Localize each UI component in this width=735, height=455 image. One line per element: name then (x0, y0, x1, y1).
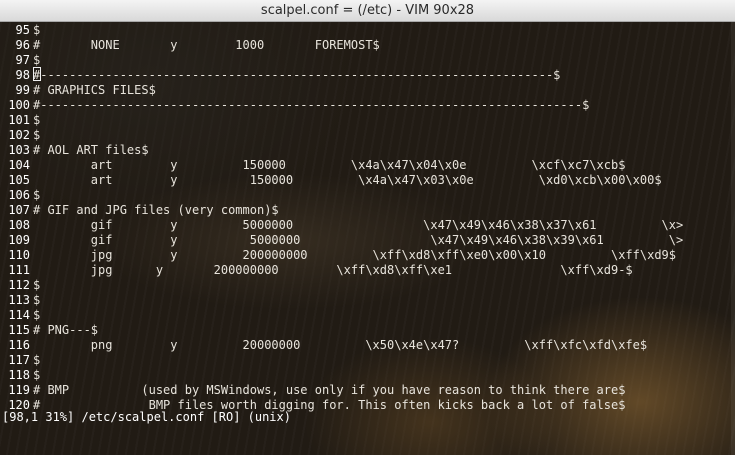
line-text: jpg y 200000000 \xff\xd8\xff\xe1 \xff\xd… (33, 263, 633, 277)
line-number: 109 (8, 233, 30, 247)
status-line: [98,1 31%] /etc/scalpel.conf [RO] (unix) (2, 410, 291, 424)
line-number: 111 (8, 263, 30, 277)
line-number: 117 (8, 353, 30, 367)
editor-line[interactable]: 117 $ (2, 353, 40, 368)
line-text: $ (33, 188, 41, 202)
editor-line[interactable]: 105 art y 150000 \x4a\x47\x03\x0e \xd0\x… (2, 173, 662, 188)
line-text: # NONE y 1000 FOREMOST$ (33, 38, 380, 52)
editor-line[interactable]: 112 $ (2, 278, 40, 293)
line-number: 110 (8, 248, 30, 262)
line-number: 99 (15, 83, 30, 97)
editor-line[interactable]: 103 # AOL ART files$ (2, 143, 149, 158)
line-number: 106 (8, 188, 30, 202)
line-text: # BMP (used by MSWindows, use only if yo… (33, 383, 626, 397)
editor-line[interactable]: 95 $ (2, 23, 41, 38)
line-text: gif y 5000000 \x47\x49\x46\x38\x39\x61 \… (33, 233, 684, 247)
line-text: jpg y 200000000 \xff\xd8\xff\xe0\x00\x10… (33, 248, 676, 262)
line-number: 107 (8, 203, 30, 217)
line-number: 103 (8, 143, 30, 157)
line-number: 105 (8, 173, 30, 187)
editor-line[interactable]: 109 gif y 5000000 \x47\x49\x46\x38\x39\x… (2, 233, 683, 248)
line-text: art y 150000 \x4a\x47\x04\x0e \xcf\xc7\x… (33, 158, 626, 172)
editor-line[interactable]: 111 jpg y 200000000 \xff\xd8\xff\xe1 \xf… (2, 263, 633, 278)
line-text: $ (33, 113, 41, 127)
line-text: $ (33, 23, 41, 37)
line-number: 104 (8, 158, 30, 172)
editor-line[interactable]: 114 $ (2, 308, 40, 323)
line-text: $ (33, 308, 41, 322)
line-text: $ (33, 128, 41, 142)
window-title: scalpel.conf = (/etc) - VIM 90x28 (260, 3, 475, 18)
editor-line[interactable]: 116 png y 20000000 \x50\x4e\x47? \xff\xf… (2, 338, 647, 353)
line-text: art y 150000 \x4a\x47\x03\x0e \xd0\xcb\x… (33, 173, 662, 187)
line-text: $ (33, 353, 41, 367)
line-text: png y 20000000 \x50\x4e\x47? \xff\xfc\xf… (33, 338, 648, 352)
line-text: $ (33, 293, 41, 307)
line-number: 96 (15, 38, 30, 52)
line-number: 113 (8, 293, 30, 307)
line-number: 119 (8, 383, 30, 397)
editor-line[interactable]: 101 $ (2, 113, 40, 128)
line-number: 115 (8, 323, 30, 337)
editor-line[interactable]: 113 $ (2, 293, 40, 308)
line-number: 116 (8, 338, 30, 352)
editor-line[interactable]: 108 gif y 5000000 \x47\x49\x46\x38\x37\x… (2, 218, 683, 233)
vim-editor-area[interactable]: 95 $96 # NONE y 1000 FOREMOST$ 97 $98 #------… (0, 22, 735, 455)
editor-line[interactable]: 99 # GRAPHICS FILES$ (2, 83, 156, 98)
editor-line[interactable]: 119 # BMP (used by MSWindows, use only if… (2, 383, 625, 398)
editor-line[interactable]: 98 #-------------------------------------… (2, 68, 561, 83)
line-number: 118 (8, 368, 30, 382)
line-text: # GRAPHICS FILES$ (33, 83, 156, 97)
line-number: 108 (8, 218, 30, 232)
line-text: $ (33, 53, 41, 67)
line-number: 112 (8, 278, 30, 292)
line-text: # AOL ART files$ (33, 143, 149, 157)
line-text: # GIF and JPG files (very common)$ (33, 203, 279, 217)
line-text: $ (33, 278, 41, 292)
editor-line[interactable]: 115 # PNG---$ (2, 323, 98, 338)
editor-line[interactable]: 102 $ (2, 128, 40, 143)
line-number: 97 (15, 53, 30, 67)
line-number: 100 (8, 98, 30, 112)
line-number: 102 (8, 128, 30, 142)
editor-line[interactable]: 100 #------------------------------------… (2, 98, 589, 113)
editor-line[interactable]: 96 # NONE y 1000 FOREMOST$ (2, 38, 380, 53)
line-text: $ (33, 368, 41, 382)
window-titlebar[interactable]: scalpel.conf = (/etc) - VIM 90x28 (0, 0, 735, 22)
line-text: # PNG---$ (33, 323, 99, 337)
editor-line[interactable]: 106 $ (2, 188, 40, 203)
editor-line[interactable]: 107 # GIF and JPG files (very common)$ (2, 203, 279, 218)
text-cursor (33, 67, 41, 81)
editor-line[interactable]: 97 $ (2, 53, 41, 68)
scrollbar[interactable] (731, 22, 735, 455)
editor-line[interactable]: 118 $ (2, 368, 40, 383)
line-text: #---------------------------------------… (33, 68, 561, 82)
editor-line[interactable]: 110 jpg y 200000000 \xff\xd8\xff\xe0\x00… (2, 248, 676, 263)
line-number: 101 (8, 113, 30, 127)
line-text: #---------------------------------------… (33, 98, 590, 112)
line-number: 98 (15, 68, 30, 82)
line-text: gif y 5000000 \x47\x49\x46\x38\x37\x61 \… (33, 218, 684, 232)
line-number: 95 (15, 23, 30, 37)
line-number: 114 (8, 308, 30, 322)
editor-line[interactable]: 104 art y 150000 \x4a\x47\x04\x0e \xcf\x… (2, 158, 625, 173)
